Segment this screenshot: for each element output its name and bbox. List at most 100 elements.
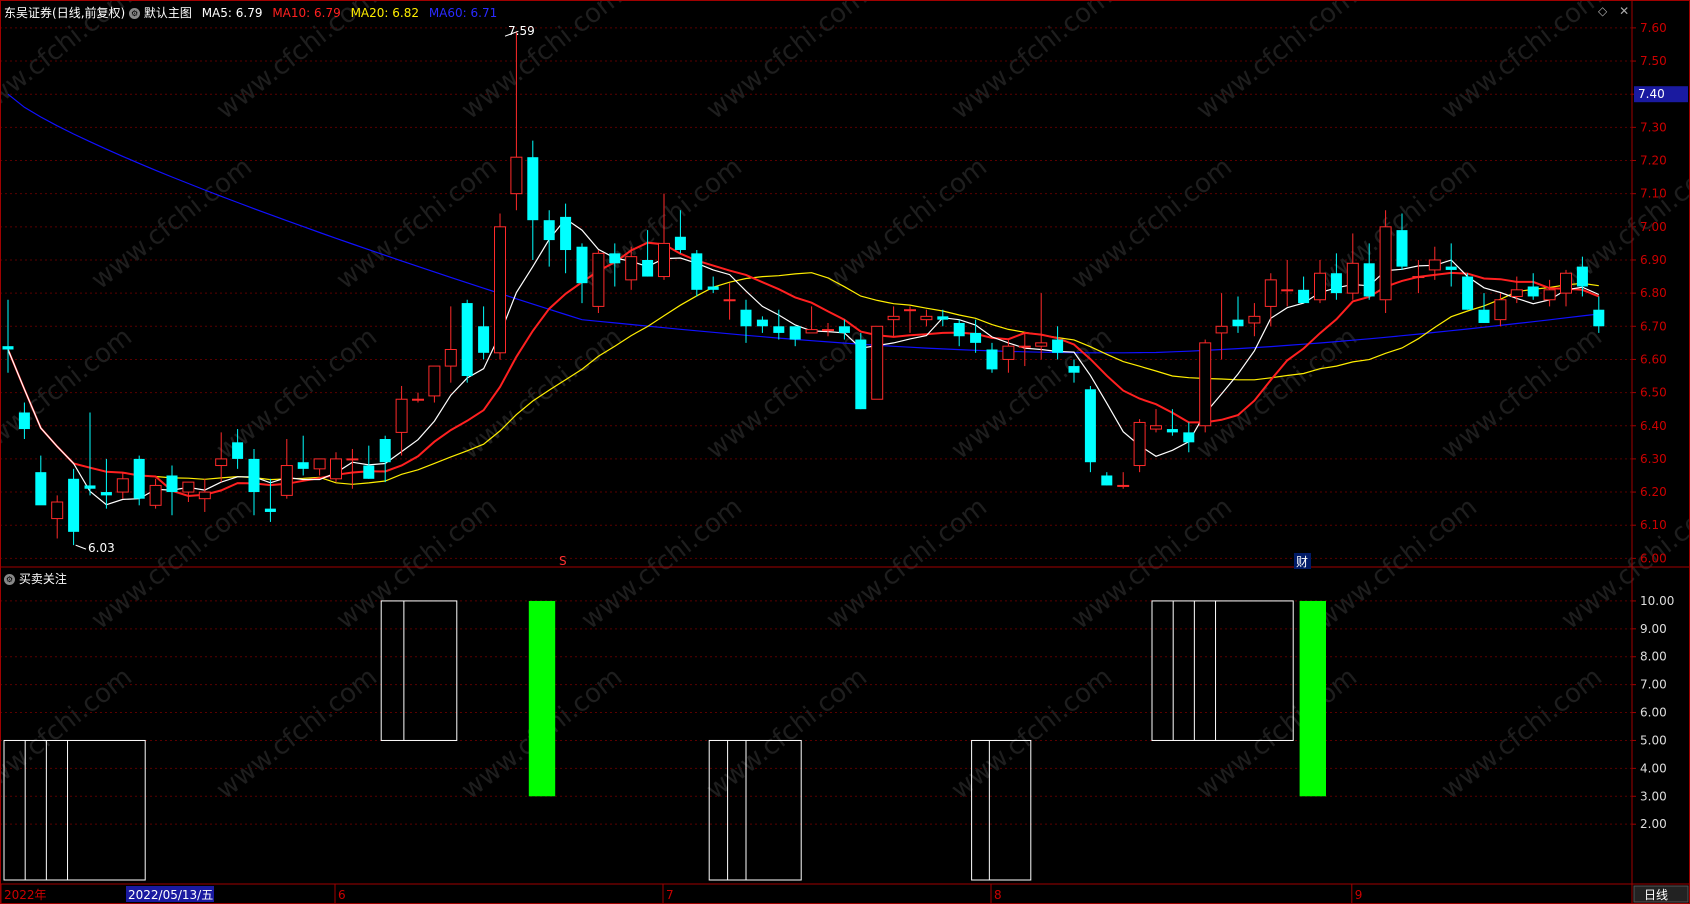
candle-body-down[interactable] <box>609 253 621 264</box>
candle-body-up[interactable] <box>1560 272 1572 294</box>
candle-body-down[interactable] <box>84 485 96 489</box>
candle-body-up[interactable] <box>1133 421 1146 467</box>
candle-body-down[interactable] <box>1396 230 1408 267</box>
candle-body-down[interactable] <box>478 326 490 353</box>
candle-body-down[interactable] <box>100 492 112 496</box>
sell-signal-bar[interactable] <box>528 600 556 797</box>
candle-body-down[interactable] <box>1527 286 1539 297</box>
candle-body-down[interactable] <box>264 508 276 512</box>
candle-body-up[interactable] <box>330 458 342 480</box>
indicator-settings-icon[interactable]: ⚙ <box>4 574 15 585</box>
candle-body-up[interactable] <box>395 398 408 433</box>
candle-body-up[interactable] <box>1199 342 1212 427</box>
candle-body-down[interactable] <box>1068 366 1080 373</box>
candle-body-down[interactable] <box>1363 263 1375 297</box>
candle-body-down[interactable] <box>379 439 391 463</box>
diamond-icon[interactable]: ◇ <box>1598 4 1607 18</box>
candle-body-down[interactable] <box>1330 273 1342 294</box>
candle-body-up[interactable] <box>149 484 162 506</box>
candle-body-up[interactable] <box>1346 262 1359 294</box>
candle-body-down[interactable] <box>1478 309 1490 323</box>
candle-body-up[interactable] <box>1264 279 1277 307</box>
stock-chart[interactable]: www.cfchi.com www.cfchi.com www.cfchi.com w… <box>0 0 1690 904</box>
candle-body-up[interactable] <box>280 465 293 496</box>
candle-body-down[interactable] <box>232 442 244 459</box>
candle-body-down[interactable] <box>133 458 145 499</box>
event-marker-cai[interactable]: 财 <box>1296 555 1308 569</box>
candle-body-down[interactable] <box>1593 309 1605 327</box>
candle-body-down[interactable] <box>773 326 785 333</box>
candle-body-down[interactable] <box>543 220 555 241</box>
candle-body-up[interactable] <box>1035 342 1048 347</box>
period-button-label[interactable]: 日线 <box>1644 888 1668 902</box>
candle-body-up[interactable] <box>1379 226 1392 301</box>
candle-body-down[interactable] <box>1052 339 1064 353</box>
candle-body-down[interactable] <box>1084 389 1096 463</box>
candle-body-up[interactable] <box>215 458 228 467</box>
candle-body-up[interactable] <box>1543 289 1556 301</box>
candle-body-up[interactable] <box>625 256 638 281</box>
candle-body-up[interactable] <box>510 156 523 195</box>
candle-body-up[interactable] <box>116 478 129 493</box>
candle-body-down[interactable] <box>970 332 982 343</box>
candle-body-up[interactable] <box>871 325 884 400</box>
candle-body-up[interactable] <box>1215 325 1228 334</box>
candle-body-up[interactable] <box>444 348 457 367</box>
candle-body-up[interactable] <box>723 299 736 302</box>
candle-body-down[interactable] <box>1576 266 1588 287</box>
candle-body-down[interactable] <box>855 339 867 410</box>
candle-body-down[interactable] <box>789 326 801 340</box>
candle-body-up[interactable] <box>1117 484 1130 487</box>
candle-body-down[interactable] <box>642 259 654 277</box>
candle-body-up[interactable] <box>1281 289 1294 292</box>
candle-body-up[interactable] <box>1150 425 1162 430</box>
candle-body-up[interactable] <box>313 458 326 470</box>
candle-body-up[interactable] <box>346 458 359 461</box>
candle-body-down[interactable] <box>461 303 473 377</box>
candle-body-up[interactable] <box>428 365 441 397</box>
candle-body-down[interactable] <box>756 319 768 327</box>
candle-body-down[interactable] <box>576 246 588 284</box>
settings-icon[interactable]: ⚙ <box>129 8 141 19</box>
candle-body-up[interactable] <box>1018 345 1031 348</box>
candle-body-down[interactable] <box>297 462 309 469</box>
main-chart-label[interactable]: 默认主图 <box>144 6 192 20</box>
candle-body-up[interactable] <box>182 481 195 493</box>
candle-body-up[interactable] <box>1494 299 1507 321</box>
candle-body-up[interactable] <box>412 398 424 401</box>
indicator-label[interactable]: 买卖关注 <box>19 572 67 586</box>
candle-body-down[interactable] <box>363 465 375 479</box>
candle-body-down[interactable] <box>937 316 949 320</box>
candle-body-down[interactable] <box>1298 289 1310 304</box>
candle-body-down[interactable] <box>527 157 539 221</box>
stock-title[interactable]: 东吴证券 <box>4 6 52 20</box>
candle-body-up[interactable] <box>592 252 605 307</box>
candle-body-up[interactable] <box>658 242 670 278</box>
candle-body-down[interactable] <box>674 236 686 251</box>
buy-signal-box[interactable] <box>380 600 458 741</box>
candle-body-down[interactable] <box>1232 319 1244 327</box>
candle-body-up[interactable] <box>1314 272 1326 301</box>
candle-body-down[interactable] <box>1462 276 1474 310</box>
candle-body-up[interactable] <box>1248 315 1261 324</box>
candle-body-up[interactable] <box>1510 289 1523 297</box>
candle-body-down[interactable] <box>1445 266 1457 270</box>
event-marker-s[interactable]: S <box>559 554 567 568</box>
candle-body-down[interactable] <box>1183 432 1195 443</box>
candle-body-up[interactable] <box>198 491 211 500</box>
candle-body-down[interactable] <box>691 253 703 290</box>
sell-signal-bar[interactable] <box>1299 600 1326 797</box>
candle-body-down[interactable] <box>248 458 260 493</box>
candle-body-down[interactable] <box>2 346 14 350</box>
candle-body-up[interactable] <box>1002 345 1015 360</box>
candle-body-down[interactable] <box>560 216 572 251</box>
candle-body-down[interactable] <box>707 286 719 290</box>
candle-body-down[interactable] <box>1101 475 1113 486</box>
candle-body-down[interactable] <box>740 309 752 327</box>
candle-body-down[interactable] <box>35 472 47 506</box>
candle-body-up[interactable] <box>494 226 506 354</box>
candle-body-down[interactable] <box>986 349 998 370</box>
candle-body-up[interactable] <box>1412 276 1425 279</box>
candle-body-up[interactable] <box>822 329 834 332</box>
candle-body-up[interactable] <box>805 329 818 334</box>
